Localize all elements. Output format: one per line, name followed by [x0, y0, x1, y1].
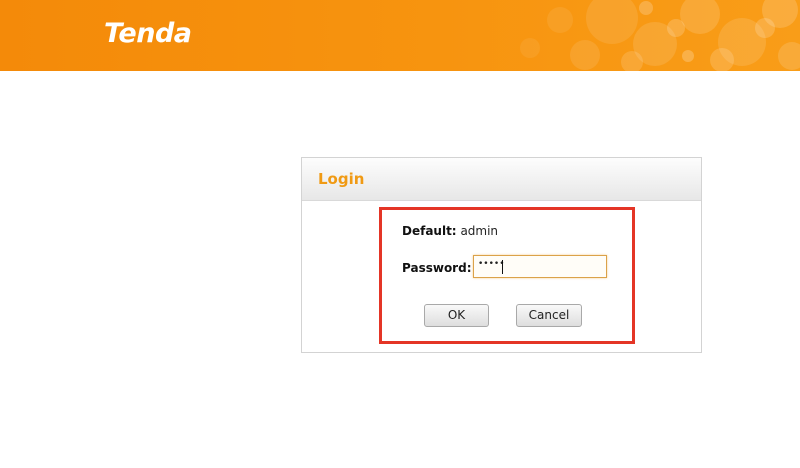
text-caret	[502, 260, 503, 274]
tenda-logo: Tenda	[104, 18, 192, 48]
login-panel-header: Login	[302, 158, 701, 201]
top-banner: Tenda	[0, 0, 800, 71]
password-label: Password:	[402, 261, 472, 275]
logo-text: Tenda	[104, 18, 192, 48]
default-credentials-row: Default: admin	[402, 224, 498, 238]
default-value: admin	[460, 224, 499, 238]
login-title: Login	[318, 170, 365, 188]
ok-button[interactable]: OK	[424, 304, 489, 327]
cancel-button[interactable]: Cancel	[516, 304, 582, 327]
password-masked-value: •••••	[478, 259, 505, 269]
default-label: Default:	[402, 224, 457, 238]
password-input[interactable]: •••••	[473, 255, 607, 278]
password-row: Password:	[402, 261, 472, 275]
